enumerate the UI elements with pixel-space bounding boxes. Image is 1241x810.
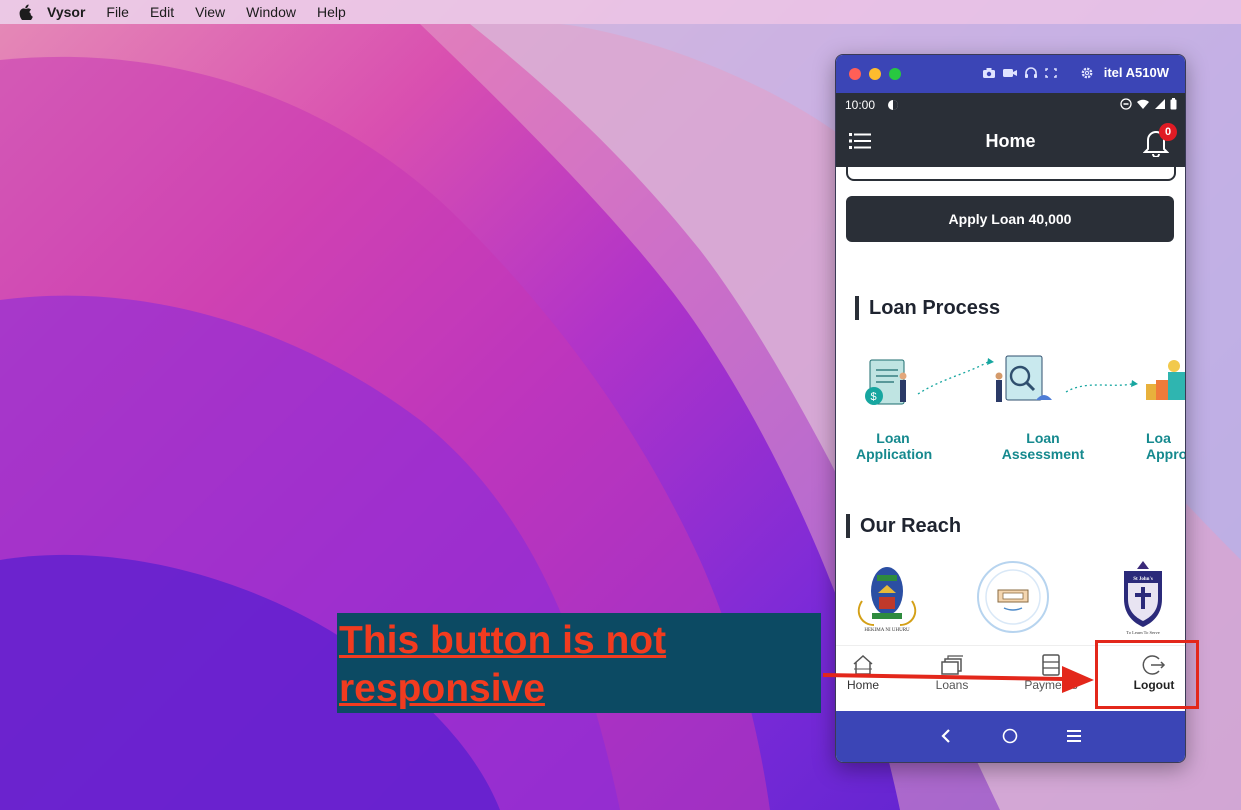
cell-signal-icon [1155,99,1165,109]
page-title: Home [985,131,1036,151]
shield-caption: To Learn To Serve [1126,630,1159,635]
crest-caption: HEKIMA NI UHURU [864,628,910,633]
vysor-toolbar [982,66,1094,80]
app-header: Home 0 [836,117,1185,167]
camera-icon[interactable] [982,67,996,79]
info-card-peek [846,167,1176,181]
app-notification-icon [888,100,898,110]
shield-caption-top: St John's [1133,577,1153,582]
step-loan-application: Loan Application [856,430,933,462]
nav-payments-label: Payments [1024,678,1078,692]
menu-window[interactable]: Window [246,4,296,20]
gear-icon[interactable] [1080,66,1094,80]
receipt-icon [1042,654,1060,676]
home-icon [853,654,873,675]
menu-app-name[interactable]: Vysor [47,4,85,20]
step-1-line2: Application [856,446,933,462]
step-3-line2: Appro [1146,446,1185,462]
loan-process-title: Loan Process [855,296,1000,320]
nav-home-label: Home [846,678,879,692]
minimize-window-button[interactable] [869,68,881,80]
our-reach-title: Our Reach [846,514,961,538]
annotation-callout: This button is not responsive [337,613,821,713]
apply-loan-button[interactable]: Apply Loan 40,000 [846,196,1174,242]
status-time: 10:00 [845,98,876,112]
close-window-button[interactable] [849,68,861,80]
university-crest-logo: HEKIMA NI UHURU [857,567,917,633]
recents-icon[interactable] [1066,729,1082,743]
loan-approval-illustration [1146,360,1185,400]
notifications-button[interactable]: 0 [1142,123,1177,158]
android-system-nav [836,711,1185,762]
video-icon[interactable] [1002,67,1018,79]
back-icon[interactable] [940,728,952,744]
home-circle-icon[interactable] [1002,728,1018,744]
menu-view[interactable]: View [195,4,225,20]
university-seal-logo [977,561,1049,633]
layers-icon [941,655,963,675]
status-icons [1120,98,1177,110]
mac-menubar: Vysor File Edit View Window Help [0,0,1241,24]
step-2-line1: Loan [1026,430,1060,446]
nav-loans-label: Loans [935,678,969,692]
vysor-titlebar: itel A510W [836,55,1185,93]
menu-file[interactable]: File [106,4,129,20]
loan-assessment-illustration [995,355,1052,402]
step-loan-assessment: Loan Assessment [1000,430,1086,462]
step-1-line1: Loan [876,430,910,446]
wifi-icon [1137,99,1149,109]
nav-home[interactable]: Home [836,646,903,712]
svg-text:$: $ [871,391,877,403]
step-loan-approval: Loa Appro [1146,430,1185,462]
st-johns-shield-logo: St John's To Learn To Serve [1124,561,1162,635]
home-scroll-content[interactable]: Apply Loan 40,000 Loan Process $ Loan Ap… [836,167,1185,645]
fullscreen-icon[interactable] [1044,67,1058,79]
headphones-icon[interactable] [1024,67,1038,79]
menu-edit[interactable]: Edit [150,4,174,20]
annotation-highlight-box [1095,640,1199,709]
dnd-icon [1120,98,1132,110]
loan-application-illustration: $ [865,359,907,405]
menu-help[interactable]: Help [317,4,346,20]
device-name: itel A510W [1103,65,1169,80]
zoom-window-button[interactable] [889,68,901,80]
android-statusbar: 10:00 [836,93,1185,117]
step-3-line1: Loa [1146,430,1171,446]
step-2-line2: Assessment [1001,446,1085,462]
loan-process-illustrations: $ [865,355,1185,405]
apple-icon[interactable] [19,4,33,20]
nav-loans[interactable]: Loans [912,646,992,712]
battery-icon [1170,98,1177,110]
nav-payments[interactable]: Payments [1011,646,1091,712]
notification-badge: 0 [1159,123,1177,141]
